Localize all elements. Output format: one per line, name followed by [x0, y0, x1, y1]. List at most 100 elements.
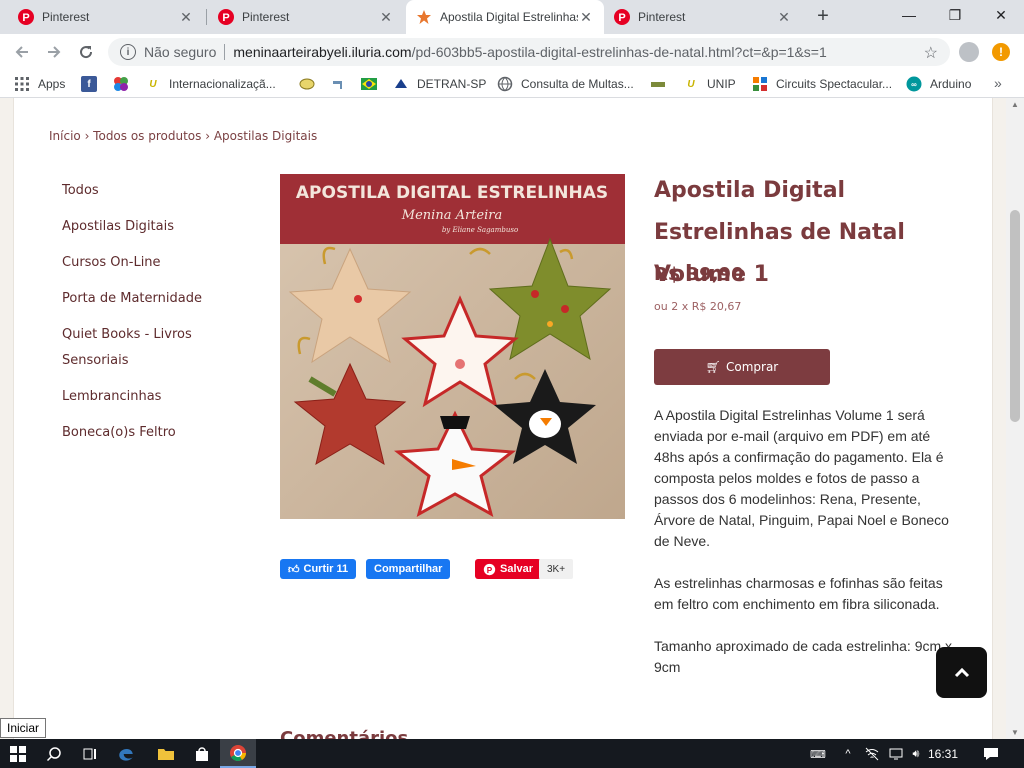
- bookmark-apps[interactable]: Apps: [14, 75, 65, 93]
- keyboard-icon[interactable]: ⌨: [810, 746, 826, 762]
- task-view-button[interactable]: [72, 739, 108, 768]
- bookmark-smile[interactable]: [299, 75, 323, 93]
- action-center-icon: [984, 748, 998, 760]
- unip-logo-icon: U: [149, 78, 157, 90]
- brazil-flag-icon: [361, 78, 377, 90]
- alert-icon[interactable]: !: [992, 43, 1010, 61]
- url-domain: meninaarteirabyeli.iluria.com: [233, 44, 412, 60]
- bookmark-wheel[interactable]: [113, 75, 137, 93]
- pinterest-save-button[interactable]: P Salvar: [475, 559, 542, 579]
- page-container: Início › Todos os produtos › Apostilas D…: [13, 98, 993, 739]
- reload-icon: [80, 46, 93, 59]
- forward-button[interactable]: [42, 40, 66, 64]
- thumbs-up-icon: 👍︎: [288, 563, 300, 576]
- chrome-icon: [230, 744, 246, 761]
- tab-strip: P Pinterest ✕ P Pinterest ✕ Apostila Dig…: [0, 0, 1024, 34]
- category-porta-maternidade[interactable]: Porta de Maternidade: [62, 286, 202, 312]
- volume-icon[interactable]: 🔊︎: [908, 746, 924, 762]
- display-icon[interactable]: [888, 746, 904, 762]
- description-paragraph: Tamanho aproximado de cada estrelinha: 9…: [654, 638, 953, 675]
- bookmark-detran[interactable]: DETRAN-SP: [393, 75, 486, 93]
- tab-pinterest-1[interactable]: P Pinterest ✕: [8, 0, 204, 34]
- category-lembrancinhas[interactable]: Lembrancinhas: [62, 384, 161, 410]
- profile-avatar[interactable]: [959, 42, 979, 62]
- pinterest-icon: P: [483, 563, 496, 575]
- faucet-icon: [333, 81, 342, 89]
- bookmark-unip[interactable]: U UNIP: [683, 75, 735, 93]
- like-label: Curtir 11: [303, 563, 349, 575]
- address-bar[interactable]: i Não seguro meninaarteirabyeli.iluria.c…: [108, 38, 950, 66]
- close-icon[interactable]: ✕: [776, 9, 792, 26]
- bookmarks-more-button[interactable]: »: [994, 75, 1002, 91]
- image-title: APOSTILA DIGITAL ESTRELINHAS: [296, 183, 608, 203]
- buy-button[interactable]: 🛒︎ Comprar: [654, 349, 830, 385]
- page-scrollbar[interactable]: ▲ ▼: [1006, 98, 1024, 739]
- circuits-icon: [753, 77, 767, 91]
- arrow-left-icon: [15, 46, 28, 58]
- info-icon[interactable]: i: [120, 44, 136, 60]
- store-button[interactable]: [184, 739, 220, 768]
- tab-apostila-active[interactable]: Apostila Digital Estrelinhas ✕: [406, 0, 604, 34]
- start-button[interactable]: [0, 739, 36, 768]
- product-image[interactable]: APOSTILA DIGITAL ESTRELINHAS Menina Arte…: [280, 174, 625, 519]
- task-view-icon: [83, 748, 96, 759]
- back-button[interactable]: [10, 40, 34, 64]
- start-tooltip: Iniciar: [0, 718, 47, 738]
- close-icon[interactable]: ✕: [578, 9, 594, 26]
- minimize-button[interactable]: —: [886, 0, 932, 30]
- scroll-down-arrow-icon[interactable]: ▼: [1011, 728, 1019, 737]
- back-to-top-button[interactable]: [936, 647, 987, 698]
- bookmark-car[interactable]: [650, 75, 674, 93]
- facebook-like-button[interactable]: 👍︎ Curtir 11: [280, 559, 357, 579]
- chrome-taskbar-button[interactable]: [220, 739, 256, 768]
- tab-label: Pinterest: [242, 10, 290, 24]
- security-label: Não seguro: [144, 44, 217, 60]
- bookmark-internacionalizacao[interactable]: U Internacionalizaçã...: [145, 75, 275, 93]
- taskbar-clock[interactable]: 16:31: [928, 739, 958, 768]
- chevron-up-icon[interactable]: ^: [840, 746, 856, 762]
- arduino-icon: ∞: [906, 76, 922, 92]
- category-apostilas-digitais[interactable]: Apostilas Digitais: [62, 214, 174, 240]
- bookmark-faucet[interactable]: [330, 75, 354, 93]
- breadcrumb[interactable]: Início › Todos os produtos › Apostilas D…: [49, 129, 317, 143]
- tab-pinterest-3[interactable]: P Pinterest ✕: [604, 0, 802, 34]
- store-bag-icon: [196, 746, 208, 761]
- windows-logo-icon: [10, 745, 26, 762]
- svg-text:P: P: [222, 12, 229, 24]
- new-tab-button[interactable]: +: [811, 5, 835, 29]
- detran-icon: [395, 79, 407, 88]
- bookmark-brazil[interactable]: [361, 75, 385, 93]
- bookmark-circuits[interactable]: Circuits Spectacular...: [752, 75, 892, 93]
- category-todos[interactable]: Todos: [62, 178, 99, 204]
- buy-label: Comprar: [725, 360, 779, 374]
- file-explorer-button[interactable]: [148, 739, 184, 768]
- search-button[interactable]: [36, 739, 72, 768]
- bookmark-facebook[interactable]: f: [81, 75, 105, 93]
- tab-label: Apostila Digital Estrelinhas: [440, 10, 578, 24]
- reload-button[interactable]: [74, 40, 98, 64]
- network-icon[interactable]: [864, 746, 880, 762]
- category-cursos-online[interactable]: Cursos On-Line: [62, 250, 161, 276]
- close-icon[interactable]: ✕: [178, 9, 194, 26]
- comments-heading: Comentários: [280, 728, 409, 739]
- category-bonecas-feltro[interactable]: Boneca(o)s Feltro: [62, 420, 176, 446]
- tab-pinterest-2[interactable]: P Pinterest ✕: [208, 0, 404, 34]
- svg-text:∞: ∞: [911, 80, 917, 89]
- scroll-thumb[interactable]: [1010, 210, 1020, 422]
- monitor-icon: [889, 748, 903, 760]
- notifications-icon[interactable]: [983, 746, 999, 762]
- bookmark-arduino[interactable]: ∞ Arduino: [906, 75, 971, 93]
- facebook-share-button[interactable]: Compartilhar: [366, 559, 451, 579]
- bookmark-star-icon[interactable]: ☆: [924, 43, 938, 63]
- close-window-button[interactable]: ✕: [978, 0, 1024, 30]
- maximize-button[interactable]: ❐: [932, 0, 978, 30]
- facebook-icon: f: [81, 76, 97, 92]
- folder-icon: [158, 748, 174, 760]
- edge-taskbar-button[interactable]: [108, 739, 144, 768]
- close-icon[interactable]: ✕: [378, 9, 394, 26]
- description-paragraph: A Apostila Digital Estrelinhas Volume 1 …: [654, 407, 949, 549]
- bookmark-consulta-multas[interactable]: Consulta de Multas...: [497, 75, 634, 93]
- tab-separator: [206, 9, 207, 25]
- scroll-up-arrow-icon[interactable]: ▲: [1011, 100, 1019, 109]
- category-quiet-books[interactable]: Quiet Books - Livros Sensoriais: [62, 322, 232, 374]
